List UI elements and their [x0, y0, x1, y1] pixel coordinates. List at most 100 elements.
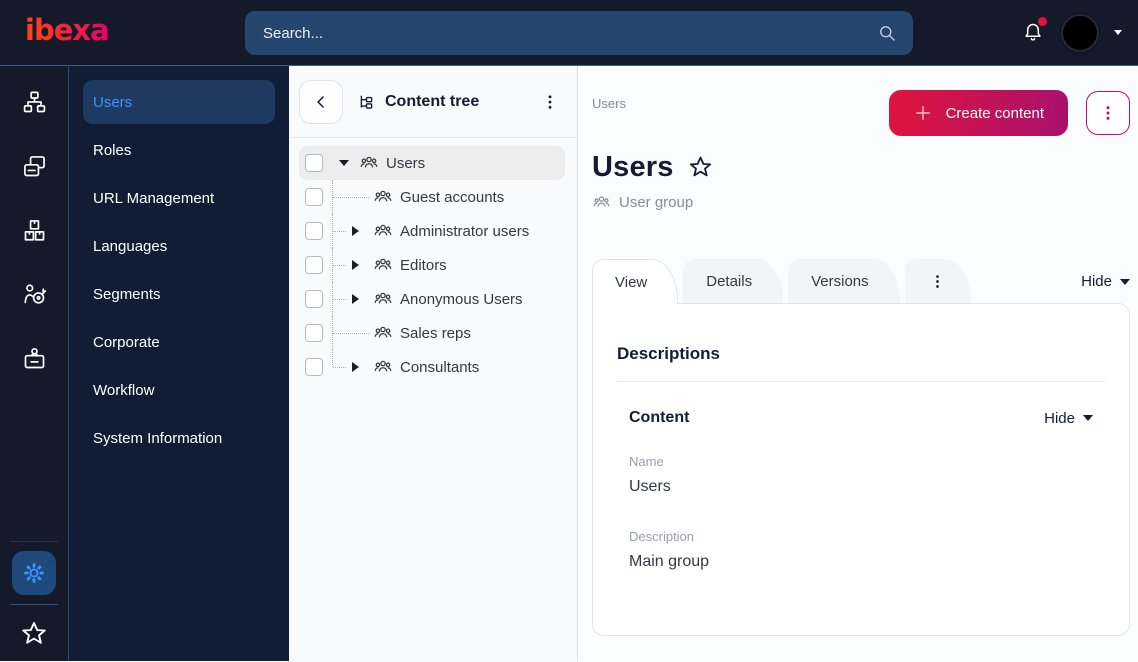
tree-checkbox[interactable]: [305, 290, 323, 308]
star-icon: [22, 622, 46, 644]
expand-node-icon[interactable]: [352, 260, 359, 270]
expand-node-icon[interactable]: [352, 362, 359, 372]
tree-checkbox[interactable]: [305, 154, 323, 172]
tree-checkbox[interactable]: [305, 256, 323, 274]
sidebar-item-workflow[interactable]: Workflow: [83, 368, 275, 412]
tree-row-sales-reps[interactable]: Sales reps: [299, 316, 565, 350]
collapse-node-icon[interactable]: [339, 160, 349, 166]
user-group-icon: [373, 255, 393, 275]
ibexa-logo-icon: ibexa: [25, 13, 110, 47]
tab-details[interactable]: Details: [683, 259, 784, 303]
tree-checkbox[interactable]: [305, 324, 323, 342]
rail-item-admin[interactable]: [21, 345, 48, 372]
rail-item-personalization[interactable]: [21, 281, 48, 308]
tree-checkbox[interactable]: [305, 222, 323, 240]
settings-button-active[interactable]: [12, 551, 56, 595]
field-description: Description Main group: [617, 529, 1105, 571]
user-group-icon: [593, 196, 610, 207]
bookmark-star-icon[interactable]: [687, 154, 714, 181]
tree-item-label: Editors: [400, 256, 447, 274]
tree-row-guest-accounts[interactable]: Guest accounts: [299, 180, 565, 214]
caret-down-icon: [1120, 278, 1130, 285]
sidebar-item-label: Workflow: [93, 381, 155, 399]
content-tree-panel: Content tree Users Guest accounts Admini…: [289, 66, 578, 661]
sidebar-item-roles[interactable]: Roles: [83, 128, 275, 172]
rail-item-commerce[interactable]: [21, 217, 48, 244]
breadcrumb-item[interactable]: Users: [592, 96, 626, 111]
sidebar-item-corporate[interactable]: Corporate: [83, 320, 275, 364]
global-search[interactable]: [245, 11, 913, 55]
rail-divider: [10, 604, 58, 605]
create-content-button[interactable]: Create content: [888, 90, 1068, 136]
tree-row-editors[interactable]: Editors: [299, 248, 565, 282]
tree-connector: [323, 282, 373, 316]
tab-versions[interactable]: Versions: [788, 259, 900, 303]
tree-row-anonymous-users[interactable]: Anonymous Users: [299, 282, 565, 316]
tree-row-administrator-users[interactable]: Administrator users: [299, 214, 565, 248]
field-label: Name: [629, 454, 664, 469]
notifications-button[interactable]: [1020, 16, 1047, 46]
kebab-menu-icon: [548, 95, 552, 109]
user-menu-caret-icon[interactable]: [1114, 30, 1122, 35]
sidebar-item-users[interactable]: Users: [83, 80, 275, 124]
avatar[interactable]: [1061, 13, 1099, 52]
ibexa-logo[interactable]: ibexa: [24, 12, 136, 53]
bookmarks-button[interactable]: [19, 619, 49, 649]
search-input[interactable]: [261, 23, 877, 43]
field-label: Description: [629, 529, 695, 544]
kebab-menu-icon: [1106, 106, 1110, 120]
sidebar-item-label: Corporate: [93, 333, 160, 351]
rail-item-content[interactable]: [21, 89, 48, 116]
sidebar-item-url-management[interactable]: URL Management: [83, 176, 275, 220]
tree-connector: [323, 214, 373, 248]
sidebar-item-label: Segments: [93, 285, 161, 303]
tree-item-label: Sales reps: [400, 324, 471, 342]
expand-node-icon[interactable]: [352, 226, 359, 236]
boxes-icon: [24, 220, 44, 241]
sidebar-item-system-information[interactable]: System Information: [83, 416, 275, 460]
tab-more-button[interactable]: [904, 259, 971, 303]
tree-item-label: Consultants: [400, 358, 480, 376]
breadcrumb[interactable]: Users: [592, 96, 626, 111]
tab-label: View: [615, 273, 648, 291]
user-group-icon: [373, 289, 393, 309]
rail-item-pages[interactable]: [21, 153, 48, 180]
content-tree: Users Guest accounts Administrator users…: [299, 146, 567, 384]
sidebar-item-label: Languages: [93, 237, 168, 255]
tree-item-label: Anonymous Users: [400, 290, 523, 308]
content-group-heading: Content: [629, 409, 690, 426]
hide-content-group-button[interactable]: Hide: [1044, 410, 1093, 427]
admin-sidebar: Users Roles URL Management Languages Seg…: [69, 66, 289, 661]
hide-tabs-button[interactable]: Hide: [1081, 273, 1130, 290]
id-badge-icon: [24, 347, 44, 369]
tree-row-users[interactable]: Users: [299, 146, 565, 180]
search-icon[interactable]: [877, 23, 897, 43]
tree-checkbox[interactable]: [305, 358, 323, 376]
tree-row-consultants[interactable]: Consultants: [299, 350, 565, 384]
tab-label: Versions: [811, 273, 869, 290]
content-tree-title: Content tree: [357, 93, 479, 112]
sidebar-item-label: System Information: [93, 429, 223, 447]
tree-checkbox[interactable]: [305, 188, 323, 206]
tree-divider: [289, 137, 577, 138]
collapse-tree-button[interactable]: [299, 80, 343, 124]
notification-dot: [1038, 16, 1047, 26]
ibexa-admin-window: ibexa Search... Users Roles URL Manageme…: [0, 0, 1138, 662]
tab-label: Details: [706, 273, 753, 290]
tree-item-label: Guest accounts: [400, 188, 505, 206]
content-tree-icon: [360, 95, 373, 109]
chevron-left-icon: [317, 96, 324, 108]
tab-view[interactable]: View: [592, 259, 679, 304]
plus-icon: [915, 106, 930, 120]
tree-connector: [323, 180, 373, 214]
sidebar-item-languages[interactable]: Languages: [83, 224, 275, 268]
content-tree-title-label: Content tree: [385, 93, 480, 110]
user-group-icon: [373, 221, 393, 241]
tree-item-label: Users: [386, 154, 426, 172]
more-actions-button[interactable]: [1086, 91, 1130, 135]
sidebar-item-segments[interactable]: Segments: [83, 272, 275, 316]
hide-label: Hide: [1044, 409, 1075, 427]
expand-node-icon[interactable]: [352, 294, 359, 304]
tree-options-button[interactable]: [541, 93, 559, 111]
user-group-icon: [359, 153, 379, 173]
